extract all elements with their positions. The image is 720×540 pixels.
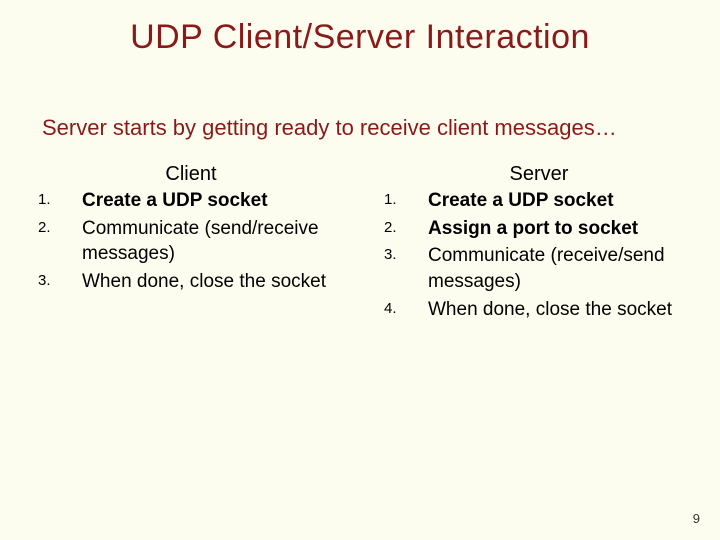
step-text: Communicate (receive/send messages) (428, 243, 700, 294)
step-number: 1. (378, 188, 428, 208)
server-steps: 1. Create a UDP socket 2. Assign a port … (378, 188, 700, 322)
step-number: 3. (32, 269, 82, 289)
slide-subtitle: Server starts by getting ready to receiv… (0, 57, 720, 141)
server-heading: Server (378, 163, 700, 186)
page-number: 9 (693, 511, 700, 526)
step-number: 4. (378, 297, 428, 317)
step-text: When done, close the socket (428, 297, 700, 323)
list-item: 4. When done, close the socket (378, 297, 700, 323)
step-text: Assign a port to socket (428, 216, 700, 242)
slide-title: UDP Client/Server Interaction (0, 0, 720, 57)
list-item: 3. Communicate (receive/send messages) (378, 243, 700, 294)
slide: UDP Client/Server Interaction Server sta… (0, 0, 720, 540)
step-text: Communicate (send/receive messages) (82, 216, 350, 267)
step-text: Create a UDP socket (428, 188, 700, 214)
step-text: When done, close the socket (82, 269, 350, 295)
server-column: Server 1. Create a UDP socket 2. Assign … (360, 163, 720, 324)
list-item: 2. Assign a port to socket (378, 216, 700, 242)
step-number: 2. (378, 216, 428, 236)
step-number: 1. (32, 188, 82, 208)
list-item: 3. When done, close the socket (32, 269, 350, 295)
step-number: 2. (32, 216, 82, 236)
step-number: 3. (378, 243, 428, 263)
columns: Client 1. Create a UDP socket 2. Communi… (0, 141, 720, 324)
client-steps: 1. Create a UDP socket 2. Communicate (s… (32, 188, 350, 295)
list-item: 1. Create a UDP socket (32, 188, 350, 214)
list-item: 1. Create a UDP socket (378, 188, 700, 214)
client-column: Client 1. Create a UDP socket 2. Communi… (0, 163, 360, 324)
list-item: 2. Communicate (send/receive messages) (32, 216, 350, 267)
client-heading: Client (32, 163, 350, 186)
step-text: Create a UDP socket (82, 188, 350, 214)
